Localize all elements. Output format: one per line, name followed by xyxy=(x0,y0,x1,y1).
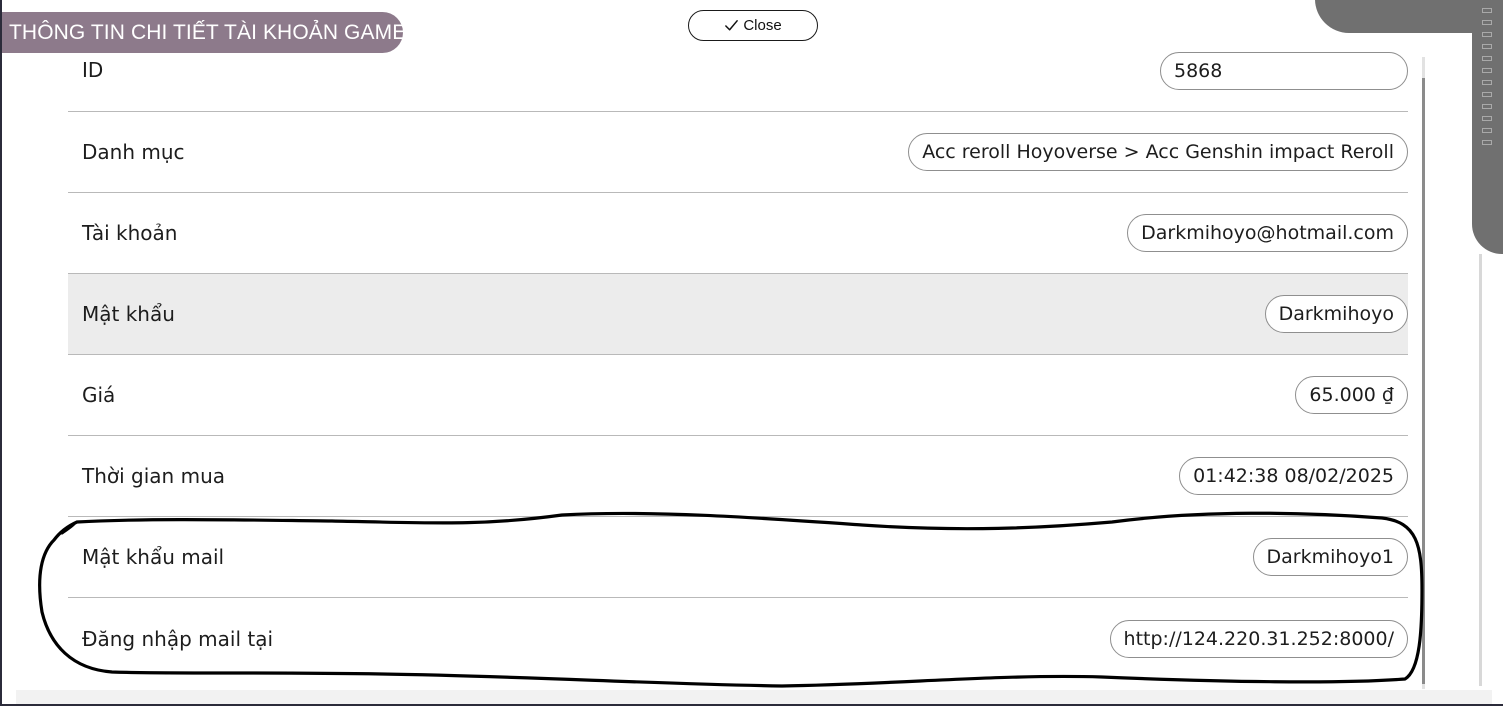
bottom-fade xyxy=(16,690,1492,704)
checkmark-icon xyxy=(725,20,739,31)
table-row-mail-password: Mật khẩu mail Darkmihoyo1 xyxy=(68,517,1408,598)
row-label: Thời gian mua xyxy=(82,464,225,488)
side-scrollbar xyxy=(1479,254,1482,686)
side-panel-decoration xyxy=(1478,8,1496,194)
table-row-category: Danh mục Acc reroll Hoyoverse > Acc Gens… xyxy=(68,112,1408,193)
row-label: Giá xyxy=(82,383,116,407)
row-value: Darkmihoyo xyxy=(1264,295,1408,333)
scrollbar-thumb[interactable] xyxy=(1422,78,1425,684)
row-label: ID xyxy=(82,58,104,82)
table-row-mail-login: Đăng nhập mail tại http://124.220.31.252… xyxy=(68,598,1408,679)
row-label: Danh mục xyxy=(82,140,185,164)
table-row-password: Mật khẩu Darkmihoyo xyxy=(68,274,1408,355)
row-value: 65.000 ₫ xyxy=(1295,376,1408,414)
row-value: http://124.220.31.252:8000/ xyxy=(1109,619,1408,658)
account-details-dialog: ID 5868 Danh mục Acc reroll Hoyoverse > … xyxy=(0,0,1503,706)
row-label: Đăng nhập mail tại xyxy=(82,626,274,651)
close-button[interactable]: Close xyxy=(688,10,818,41)
table-row-price: Giá 65.000 ₫ xyxy=(68,355,1408,436)
table-row-purchase-time: Thời gian mua 01:42:38 08/02/2025 xyxy=(68,436,1408,517)
row-value: Darkmihoyo1 xyxy=(1252,538,1408,576)
row-value: 5868 xyxy=(1160,52,1408,90)
row-value: Darkmihoyo@hotmail.com xyxy=(1127,214,1408,252)
row-label: Tài khoản xyxy=(82,221,178,245)
dialog-title: THÔNG TIN CHI TIẾT TÀI KHOẢN GAME xyxy=(2,12,406,53)
row-label: Mật khẩu xyxy=(82,302,175,326)
row-value: 01:42:38 08/02/2025 xyxy=(1179,457,1408,495)
close-button-label: Close xyxy=(743,17,782,34)
table-row-account: Tài khoản Darkmihoyo@hotmail.com xyxy=(68,193,1408,274)
row-label: Mật khẩu mail xyxy=(82,545,225,569)
account-info-table: ID 5868 Danh mục Acc reroll Hoyoverse > … xyxy=(68,30,1408,679)
row-value: Acc reroll Hoyoverse > Acc Genshin impac… xyxy=(908,133,1408,171)
